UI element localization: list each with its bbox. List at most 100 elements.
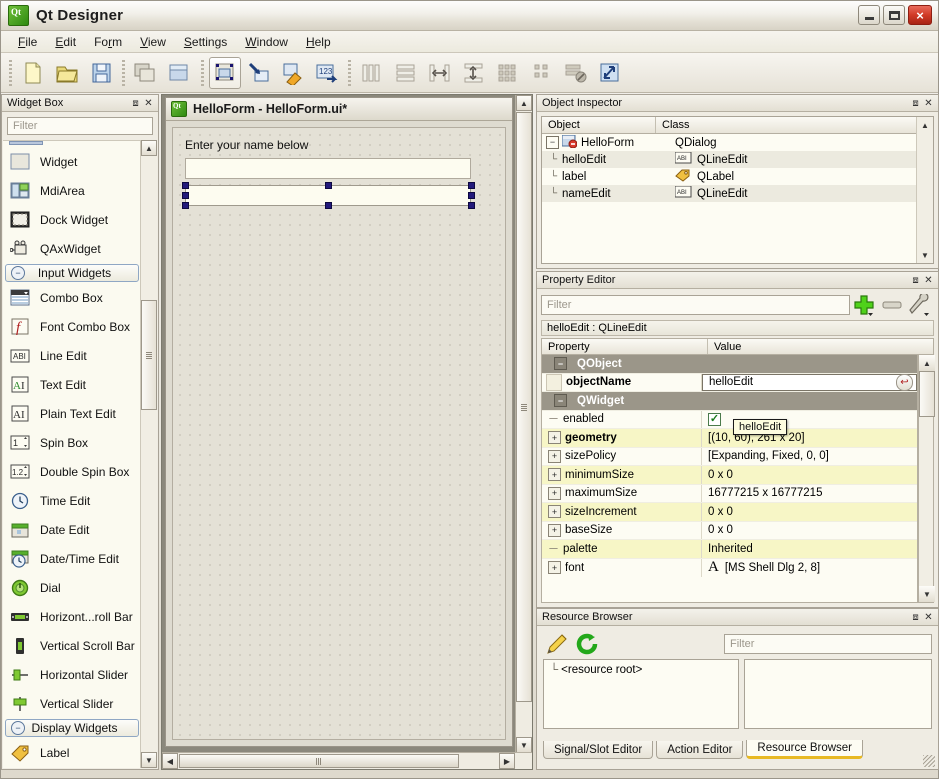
expand-icon[interactable]: + bbox=[548, 523, 561, 537]
column-header-value[interactable]: Value bbox=[708, 339, 933, 354]
menu-form[interactable]: Form bbox=[85, 33, 131, 51]
list-item-text-browser[interactable]: AI Text Browser bbox=[3, 767, 143, 768]
tab-action-editor[interactable]: Action Editor bbox=[656, 741, 744, 759]
selection-handle-bc[interactable] bbox=[325, 202, 332, 209]
new-file-icon[interactable] bbox=[17, 57, 49, 89]
layout-grid-icon[interactable] bbox=[492, 57, 524, 89]
add-dynamic-property-button[interactable] bbox=[850, 293, 878, 317]
save-file-icon[interactable] bbox=[85, 57, 117, 89]
configure-property-editor-button[interactable] bbox=[906, 293, 934, 317]
menu-edit[interactable]: Edit bbox=[46, 33, 85, 51]
close-icon[interactable]: ✕ bbox=[922, 611, 935, 624]
collapse-icon[interactable]: − bbox=[554, 357, 567, 371]
widget-box-scrollbar[interactable]: ▲ ▼ bbox=[140, 140, 157, 768]
close-icon[interactable]: ✕ bbox=[922, 274, 935, 287]
property-row-objectname[interactable]: objectName helloEdit ↩ bbox=[542, 373, 917, 392]
workspace-horizontal-scrollbar[interactable]: ◀ ▶ bbox=[162, 752, 532, 769]
scroll-up-arrow[interactable]: ▲ bbox=[516, 95, 532, 111]
layout-splitter-horizontal-icon[interactable] bbox=[424, 57, 456, 89]
resource-preview-pane[interactable] bbox=[744, 659, 932, 729]
toolbar-grip-2[interactable] bbox=[122, 59, 125, 86]
list-item-dial[interactable]: Dial bbox=[3, 573, 143, 602]
tab-signal-slot-editor[interactable]: Signal/Slot Editor bbox=[543, 741, 654, 759]
selection-handle-bl[interactable] bbox=[182, 202, 189, 209]
property-row-geometry[interactable]: + geometry [(10, 60), 261 x 20] bbox=[542, 429, 917, 448]
list-item-double-spin-box[interactable]: 1.2 Double Spin Box bbox=[3, 457, 143, 486]
category-display-widgets[interactable]: − Display Widgets bbox=[5, 719, 139, 737]
scroll-thumb[interactable] bbox=[141, 300, 157, 410]
reload-button[interactable] bbox=[573, 632, 603, 656]
float-icon[interactable]: ⧈ bbox=[909, 611, 922, 624]
property-row-palette[interactable]: ─ palette Inherited bbox=[542, 540, 917, 559]
toolbar-grip[interactable] bbox=[9, 59, 12, 86]
menu-file[interactable]: File bbox=[9, 33, 46, 51]
selection-handle-tr[interactable] bbox=[468, 182, 475, 189]
selection-handle-ml[interactable] bbox=[182, 192, 189, 199]
selection-handle-br[interactable] bbox=[468, 202, 475, 209]
property-table[interactable]: − QObject objectName helloEdit ↩ − QWidget… bbox=[541, 355, 918, 603]
scroll-down-arrow[interactable]: ▼ bbox=[919, 586, 935, 602]
toolbar-grip-3[interactable] bbox=[201, 59, 204, 86]
object-inspector-scrollbar[interactable]: ▲ ▼ bbox=[916, 117, 933, 263]
redo-icon[interactable] bbox=[164, 57, 196, 89]
edit-tab-order-icon[interactable]: 123 bbox=[311, 57, 343, 89]
scroll-up-arrow[interactable]: ▲ bbox=[917, 117, 933, 133]
scroll-thumb[interactable] bbox=[179, 754, 459, 768]
list-item-vertical-scroll-bar[interactable]: Vertical Scroll Bar bbox=[3, 631, 143, 660]
close-icon[interactable]: ✕ bbox=[142, 97, 155, 110]
expand-icon[interactable]: + bbox=[548, 561, 561, 575]
resize-grip[interactable] bbox=[923, 755, 935, 767]
remove-dynamic-property-button[interactable] bbox=[878, 293, 906, 317]
menu-settings[interactable]: Settings bbox=[175, 33, 236, 51]
collapse-icon[interactable]: − bbox=[554, 394, 567, 408]
list-item-qaxwidget[interactable]: QAxWidget bbox=[3, 234, 143, 263]
expand-icon[interactable]: + bbox=[548, 505, 561, 519]
property-value-editor[interactable]: helloEdit ↩ bbox=[702, 373, 917, 391]
expand-icon[interactable]: + bbox=[548, 486, 561, 500]
close-icon[interactable]: ✕ bbox=[922, 97, 935, 110]
layout-vertically-icon[interactable] bbox=[390, 57, 422, 89]
tab-resource-browser[interactable]: Resource Browser bbox=[746, 740, 864, 759]
property-filter-input[interactable]: Filter bbox=[541, 295, 850, 315]
list-item-line-edit[interactable]: ABI Line Edit bbox=[3, 341, 143, 370]
menu-help[interactable]: Help bbox=[297, 33, 340, 51]
resource-filter-input[interactable]: Filter bbox=[724, 634, 932, 654]
edit-buddies-icon[interactable] bbox=[277, 57, 309, 89]
property-editor-scrollbar[interactable]: ▲ ▼ bbox=[918, 355, 935, 603]
enabled-checkbox[interactable]: ✓ bbox=[708, 412, 721, 426]
column-header-class[interactable]: Class bbox=[656, 117, 933, 133]
property-group-row[interactable]: − QObject bbox=[542, 355, 917, 374]
form-window-title-bar[interactable]: HelloForm - HelloForm.ui* bbox=[166, 98, 512, 121]
break-layout-icon[interactable] bbox=[560, 57, 592, 89]
scroll-down-arrow[interactable]: ▼ bbox=[141, 752, 157, 768]
list-item-horizontal-slider[interactable]: Horizontal Slider bbox=[3, 660, 143, 689]
scroll-left-arrow[interactable]: ◀ bbox=[162, 753, 178, 769]
float-icon[interactable]: ⧈ bbox=[129, 97, 142, 110]
list-item-spin-box[interactable]: 1 Spin Box bbox=[3, 428, 143, 457]
menu-window[interactable]: Window bbox=[236, 33, 297, 51]
minimize-button[interactable] bbox=[858, 5, 880, 25]
list-item-label[interactable]: Label bbox=[3, 738, 143, 767]
workspace-vertical-scrollbar[interactable]: ▲ ▼ bbox=[515, 95, 532, 753]
table-row[interactable]: − HelloForm QDialog bbox=[542, 134, 933, 151]
list-item-mdiarea[interactable]: MdiArea bbox=[3, 176, 143, 205]
property-row-sizepolicy[interactable]: + sizePolicy [Expanding, Fixed, 0, 0] bbox=[542, 447, 917, 466]
adjust-size-icon[interactable] bbox=[594, 57, 626, 89]
scroll-thumb[interactable] bbox=[516, 112, 532, 702]
scroll-down-arrow[interactable]: ▼ bbox=[516, 737, 532, 753]
layout-horizontally-icon[interactable] bbox=[356, 57, 388, 89]
list-item-combo-box[interactable]: Combo Box bbox=[3, 283, 143, 312]
float-icon[interactable]: ⧈ bbox=[909, 97, 922, 110]
property-group-row[interactable]: − QWidget bbox=[542, 392, 917, 411]
expand-icon[interactable]: + bbox=[548, 468, 561, 482]
menu-view[interactable]: View bbox=[131, 33, 175, 51]
scroll-thumb[interactable] bbox=[919, 371, 935, 417]
list-item-widget[interactable]: Widget bbox=[3, 147, 143, 176]
expand-icon[interactable]: + bbox=[548, 449, 561, 463]
list-item-dock-widget[interactable]: Dock Widget bbox=[3, 205, 143, 234]
list-item-horizontal-scroll-bar[interactable]: Horizont...roll Bar bbox=[3, 602, 143, 631]
layout-form-icon[interactable] bbox=[526, 57, 558, 89]
property-row-basesize[interactable]: + baseSize 0 x 0 bbox=[542, 521, 917, 540]
form-canvas[interactable]: Enter your name below bbox=[172, 127, 506, 740]
object-inspector-tree[interactable]: Object Class − HelloForm QDialog └ hello… bbox=[541, 116, 934, 264]
